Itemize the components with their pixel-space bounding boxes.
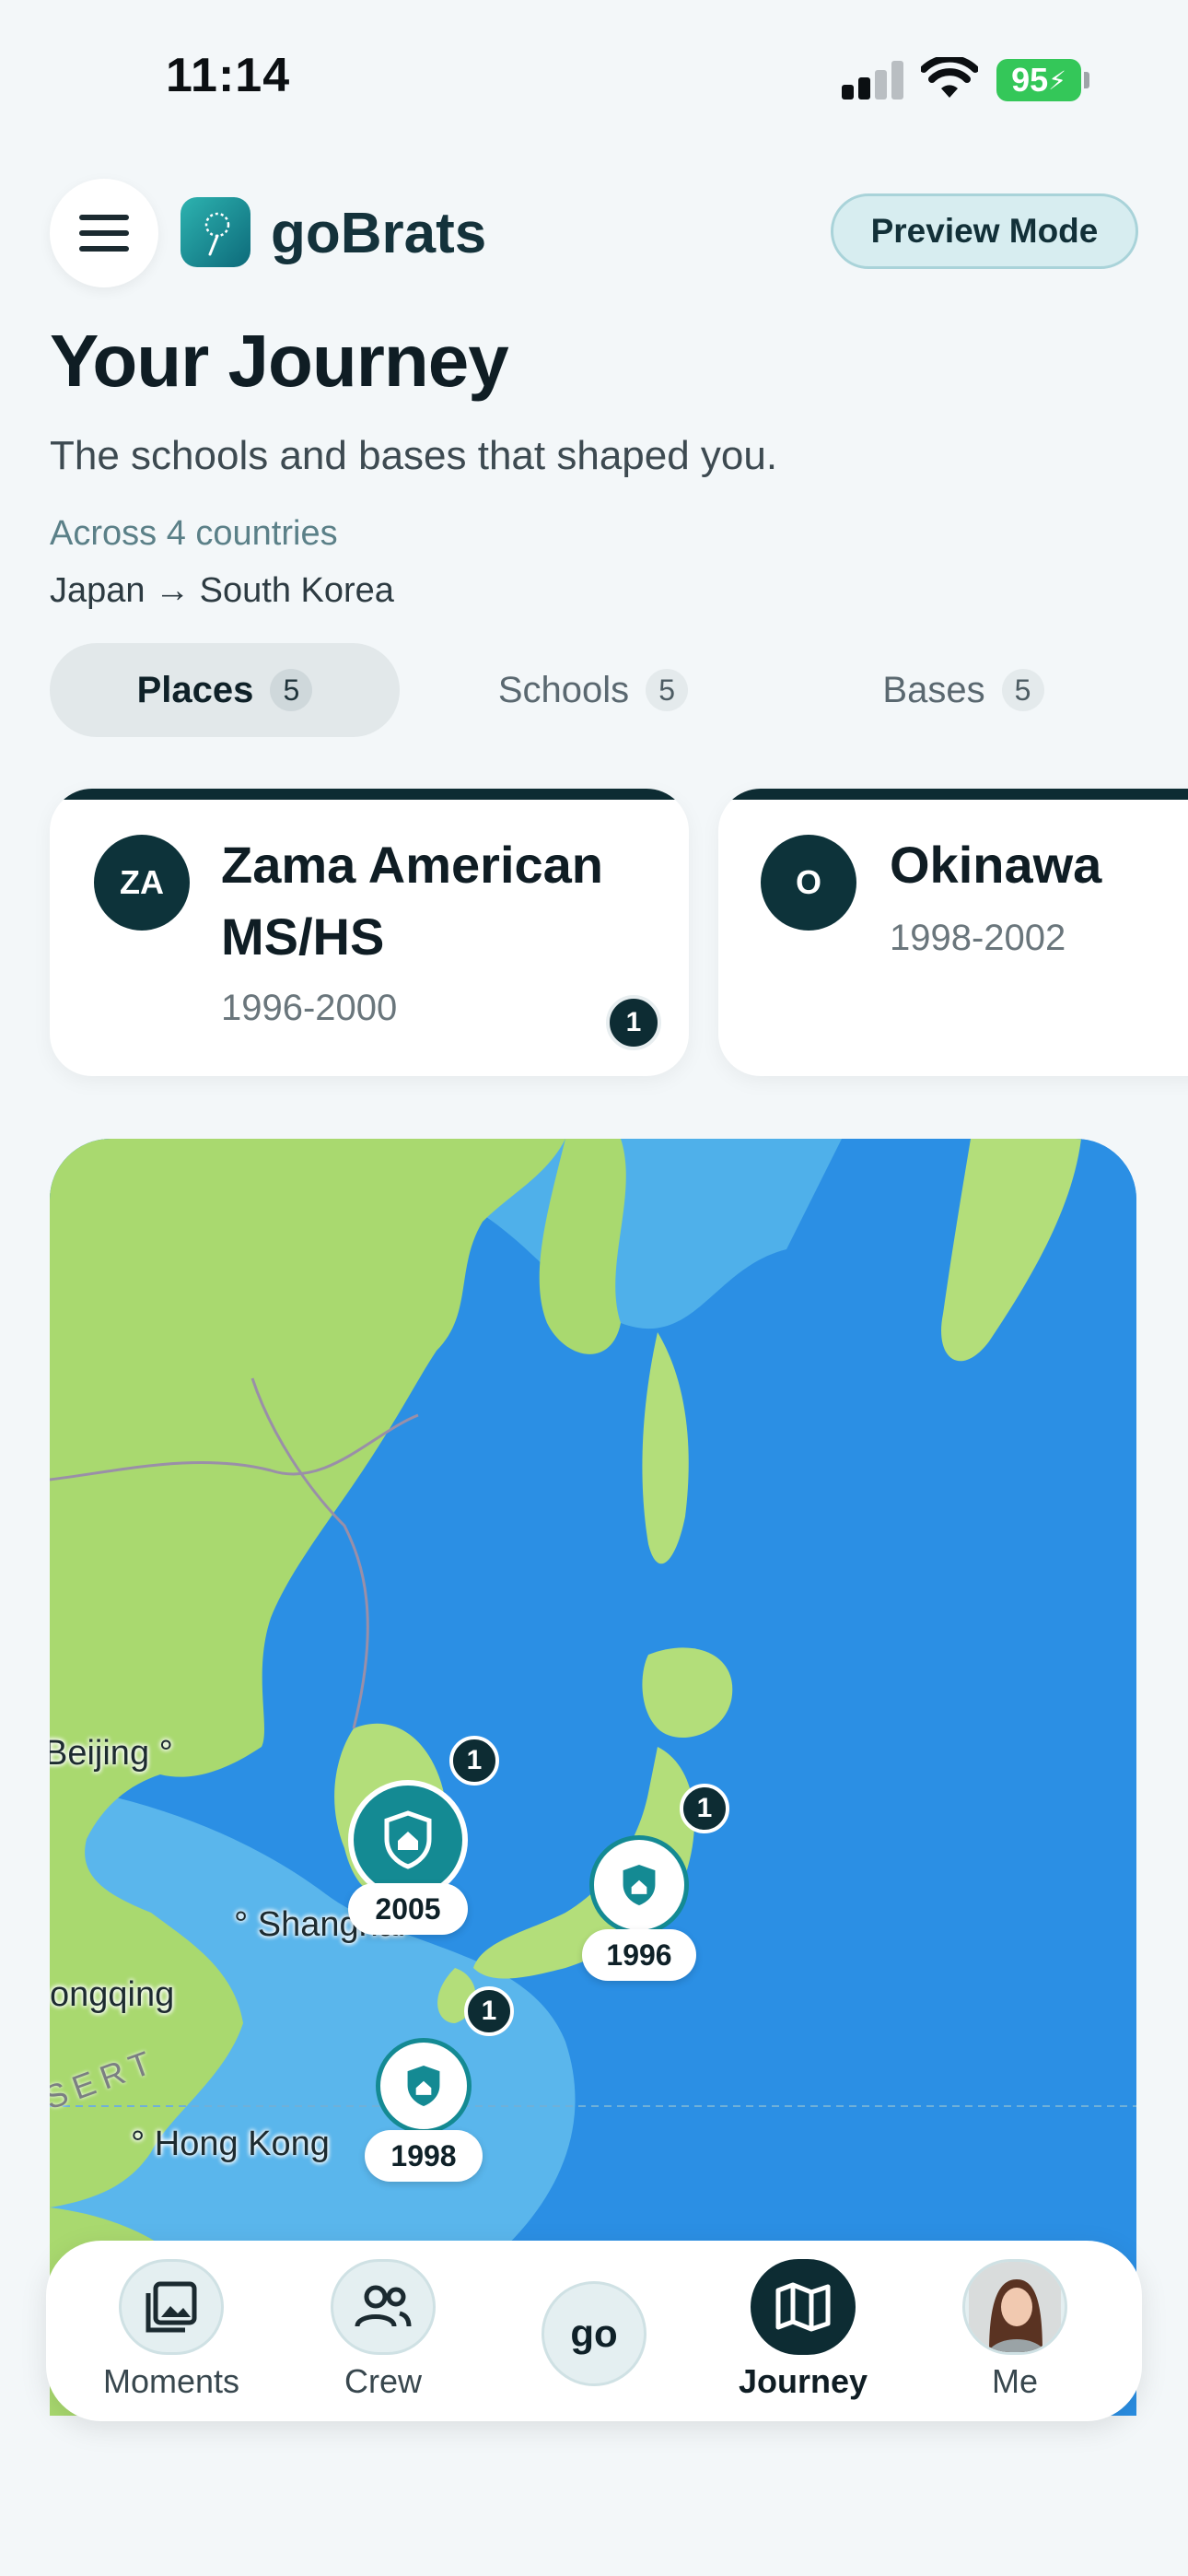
nav-label: Me: [991, 2362, 1038, 2400]
place-years: 1998-2002: [890, 918, 1066, 958]
place-card[interactable]: O Okinawa 1998-2002: [718, 789, 1188, 1076]
tab-count: 5: [646, 669, 689, 711]
pin-year-label: 1998: [365, 2130, 483, 2182]
photo-gallery-icon: [119, 2259, 224, 2355]
preview-mode-button[interactable]: Preview Mode: [831, 193, 1138, 269]
go-button[interactable]: go: [542, 2281, 646, 2386]
nav-label: Crew: [344, 2362, 422, 2400]
menu-button[interactable]: [50, 179, 158, 287]
nav-journey[interactable]: Journey: [711, 2259, 895, 2416]
place-title: Okinawa: [890, 836, 1102, 894]
battery-tip: [1084, 72, 1089, 88]
wifi-icon: [921, 57, 978, 98]
map-label-chongqing: ongqing: [50, 1975, 175, 2014]
bottom-nav: Moments Crew go Journey Me: [46, 2241, 1142, 2421]
journey-map[interactable]: SERT Beijing ° ° Shanghai ongqing ° Hong…: [50, 1139, 1136, 2416]
place-card[interactable]: ZA Zama American MS/HS 1996-2000 1: [50, 789, 689, 1076]
map-label-beijing: Beijing °: [50, 1734, 173, 1773]
nav-moments[interactable]: Moments: [79, 2259, 263, 2416]
place-years: 1996-2000: [221, 988, 398, 1028]
base-pin-1998[interactable]: [376, 2038, 472, 2134]
tab-label: Bases: [882, 669, 985, 710]
pin-year-label: 1996: [582, 1929, 696, 1981]
tab-places[interactable]: Places 5: [50, 643, 400, 737]
people-icon: [331, 2259, 436, 2355]
place-count-badge: 1: [606, 995, 661, 1050]
avatar: [962, 2259, 1067, 2355]
status-bar: 11:14 95 ⚡: [0, 0, 1188, 138]
pin-count-badge: 1: [464, 1986, 514, 2036]
tab-label: Schools: [497, 669, 630, 710]
tab-schools[interactable]: Schools 5: [418, 643, 768, 737]
tab-bases[interactable]: Bases 5: [788, 643, 1138, 737]
tab-count: 5: [270, 669, 313, 711]
place-title: Zama American MS/HS: [221, 836, 603, 966]
status-time: 11:14: [166, 49, 291, 102]
nav-crew[interactable]: Crew: [291, 2259, 475, 2416]
route-summary: Japan → South Korea: [50, 571, 394, 610]
shield-home-icon: [407, 2066, 440, 2106]
place-avatar: O: [761, 835, 856, 931]
tab-label: Places: [136, 669, 254, 710]
place-avatar: ZA: [94, 835, 190, 931]
nav-me[interactable]: Me: [923, 2259, 1107, 2416]
map-background: [50, 1139, 1136, 2416]
pin-year-label: 2005: [348, 1883, 468, 1935]
map-icon: [751, 2259, 856, 2355]
page-subtitle: The schools and bases that shaped you.: [50, 433, 778, 478]
battery-icon: 95 ⚡: [996, 59, 1081, 101]
battery-level: 95: [1011, 61, 1049, 99]
gobrats-logo-icon: [181, 197, 250, 267]
page-title: Your Journey: [50, 320, 509, 402]
nav-label: Journey: [738, 2362, 868, 2400]
tab-count: 5: [1001, 669, 1044, 711]
map-label-hong-kong: ° Hong Kong: [131, 2125, 330, 2163]
shield-home-icon: [384, 1810, 432, 1869]
nav-label: Moments: [102, 2362, 240, 2400]
cellular-signal-icon: [842, 61, 904, 100]
brand-name: goBrats: [271, 202, 487, 265]
shield-home-icon: [623, 1865, 656, 1905]
pin-count-badge: 1: [680, 1784, 729, 1833]
pin-count-badge: 1: [449, 1736, 499, 1786]
base-pin-2005[interactable]: [348, 1780, 468, 1900]
hamburger-icon: [79, 215, 129, 252]
base-pin-1996[interactable]: [589, 1835, 689, 1935]
countries-summary: Across 4 countries: [50, 514, 338, 553]
